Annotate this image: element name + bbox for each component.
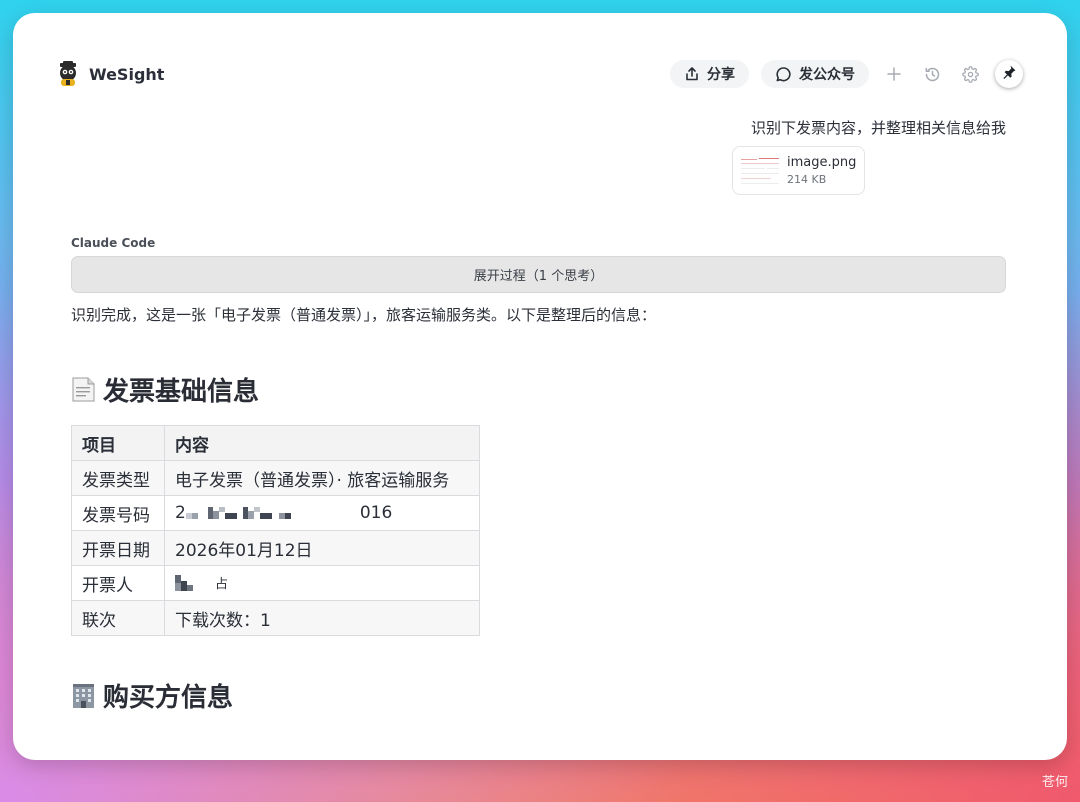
table-row: 开票人 占: [71, 565, 480, 601]
assistant-intro-text: 识别完成，这是一张「电子发票（普通发票）」，旅客运输服务类。以下是整理后的信息：: [71, 306, 657, 324]
table-cell-item: 发票号码: [71, 495, 165, 531]
table-cell-item: 开票人: [71, 565, 165, 601]
redacted-mosaic: [185, 505, 360, 521]
invoice-number-prefix: 2: [175, 503, 186, 523]
invoice-basic-info-table: 项目 内容 发票类型 电子发票（普通发票）· 旅客运输服务 发票号码 2 016…: [71, 425, 480, 636]
chat-bubble-icon: [775, 66, 792, 83]
gear-icon[interactable]: [957, 60, 983, 88]
office-building-icon: [71, 682, 96, 709]
invoice-number-suffix: 016: [359, 503, 393, 523]
share-icon: [684, 66, 700, 82]
section-heading-basic-info: 发票基础信息: [71, 371, 259, 408]
robot-mascot-icon: [57, 61, 79, 87]
table-cell-item: 联次: [71, 600, 165, 636]
table-row: 发票类型 电子发票（普通发票）· 旅客运输服务: [71, 460, 480, 496]
share-button[interactable]: 分享: [670, 60, 749, 88]
table-cell-content: 下载次数：1: [164, 600, 480, 636]
share-label: 分享: [707, 67, 735, 83]
table-cell-content: 占: [164, 565, 480, 601]
agent-label: Claude Code: [71, 236, 156, 250]
app-name: WeSight: [89, 64, 165, 84]
table-cell-content: 2026年01月12日: [164, 530, 480, 566]
watermark-text: 苍何: [1041, 775, 1068, 790]
expand-process-button[interactable]: 展开过程（1 个思考）: [71, 256, 1006, 293]
publish-official-account-button[interactable]: 发公众号: [761, 60, 869, 88]
table-cell-content: 2 016: [164, 495, 480, 531]
table-cell-content: 电子发票（普通发票）· 旅客运输服务: [164, 460, 480, 496]
page-facing-up-icon: [71, 376, 96, 403]
table-row: 发票号码 2 016: [71, 495, 480, 531]
pin-icon: [1001, 64, 1017, 84]
table-row: 联次 下载次数：1: [71, 600, 480, 636]
table-header-row: 项目 内容: [71, 425, 480, 461]
image-attachment[interactable]: image.png 214 KB: [732, 146, 865, 195]
publish-label: 发公众号: [799, 67, 855, 83]
plus-icon[interactable]: [881, 60, 907, 88]
table-cell-item: 开票日期: [71, 530, 165, 566]
section-title: 发票基础信息: [103, 377, 260, 407]
pin-button[interactable]: [995, 60, 1023, 88]
section-heading-buyer-info: 购买方信息: [71, 677, 233, 714]
history-icon[interactable]: [919, 60, 945, 88]
table-row: 开票日期 2026年01月12日: [71, 530, 480, 566]
redacted-mosaic: [175, 575, 215, 591]
table-cell-item: 发票类型: [71, 460, 165, 496]
app-window: WeSight 分享 发公众号 识别下发票内容，并整理相关信息给我 image.…: [13, 13, 1067, 760]
attachment-size: 214 KB: [787, 173, 827, 186]
attachment-thumbnail: [739, 153, 783, 188]
attachment-name: image.png: [787, 155, 857, 170]
drawer-name-suffix: 占: [215, 577, 229, 592]
table-header-item: 项目: [71, 425, 165, 461]
table-header-content: 内容: [164, 425, 480, 461]
section-title: 购买方信息: [103, 683, 234, 713]
brand: WeSight: [57, 61, 164, 87]
user-message-text: 识别下发票内容，并整理相关信息给我: [750, 119, 1006, 137]
top-toolbar: 分享 发公众号: [670, 60, 1023, 88]
